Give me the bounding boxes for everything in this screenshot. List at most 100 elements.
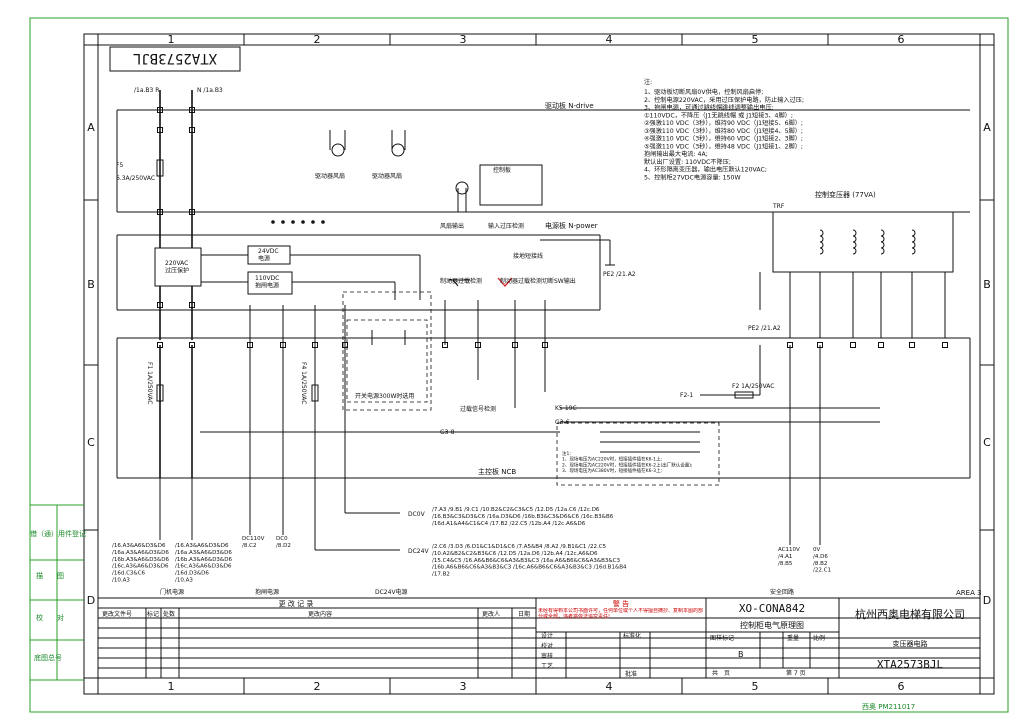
label-fan2: 驱动器风扇 — [372, 172, 402, 180]
change-col-count: 处数 — [163, 610, 175, 618]
role-review: 审核 — [541, 652, 553, 660]
col-label-3-bottom: 3 — [460, 680, 467, 693]
label-pe2: PE2 /21.A2 — [748, 325, 781, 332]
text-line: /8.D2 — [276, 543, 291, 549]
sheet-number: 第 7 页 — [786, 669, 806, 677]
label-g3-8: G3-8 — [440, 429, 455, 436]
text-line: /16.B3&C3&D3&C6 /16a.D3&D6 /16b.B3&C3&D6… — [432, 514, 614, 520]
col-label-3: 3 — [460, 33, 467, 46]
door-references-2: /16.A3&A6&D3&D6/16a.A3&A6&D3&D6/16b.A3&A… — [175, 543, 232, 583]
change-col-person: 更改人 — [482, 610, 500, 618]
ac110-output: AC110V/4.A1/8.B5 — [778, 547, 800, 567]
label-dc24v: DC24V — [408, 548, 429, 555]
col-label-6: 6 — [898, 33, 905, 46]
transformer-coil-turn — [911, 241, 916, 249]
warning-title: 警 告 — [613, 599, 629, 608]
stage-col-mark: 图样标记 — [710, 634, 734, 642]
col-label-1-bottom: 1 — [168, 680, 175, 693]
label-ground-short: 接地短接线 — [513, 252, 543, 260]
inner-frame — [83, 33, 995, 695]
role-design: 设计 — [541, 632, 553, 640]
text-line: 抱闸输出最大电流: 4A; — [644, 150, 708, 158]
label-fuse-f1: F1 1A/250VAC — [146, 362, 153, 404]
notes-title: 注: — [644, 78, 652, 86]
role-process: 工艺 — [541, 662, 553, 670]
label-k5-19c: K5-19C — [555, 405, 577, 412]
dc24v-references: /2.C6 /3.D3 /6.D1&C1&D1&C6 /7.A5&B4 /8.A… — [432, 544, 627, 578]
text-line: /10.A3 — [175, 577, 193, 583]
column-separators — [84, 34, 994, 694]
transformer-coil-turn — [880, 229, 885, 237]
label-g3-6: G3-6 — [555, 419, 570, 426]
change-col-file: 更改文件号 — [102, 610, 132, 618]
circuit-name: 变压器电路 — [893, 639, 928, 648]
col-label-5: 5 — [752, 33, 759, 46]
j1-jumper-pin — [321, 220, 325, 224]
company-name: 杭州西奥电梯有限公司 — [855, 607, 965, 621]
label-psu24: 24VDC 电源 — [258, 248, 279, 263]
text-line: /16a.A3&A6&D3&D6 — [112, 550, 169, 556]
text-line: /8.B2 — [813, 561, 827, 567]
transformer-coil-turn — [880, 235, 885, 243]
transformer-coil-turn — [852, 235, 857, 243]
label-l1a: /1a.B3 R — [134, 87, 159, 94]
stage-letter: B — [738, 650, 744, 659]
transformer-coil-turn — [819, 241, 824, 249]
text-line: 1、现场电压为AC220V时，短接插件插在K6-1上; — [562, 456, 662, 463]
notes-body: 1、驱动板切断风扇0V供电，控制风扇启停; 2、控制电源220VAC，采用过压保护… — [644, 88, 804, 181]
text-line: 24VDC — [258, 248, 279, 255]
text-line: /16b.A3&A6&D3&D6 — [112, 557, 169, 563]
text-line: /16d.C3&C6 — [112, 571, 146, 577]
text-line: DC110V — [242, 536, 265, 542]
col-label-1: 1 — [168, 33, 175, 46]
ov-output: 0V/4.D6/8.B2/22.C1 — [813, 547, 831, 574]
j1-jumper-pin — [281, 220, 285, 224]
role-standard: 标准化 — [623, 632, 641, 640]
side-register: 借（通）用件登记 描 图 校 对 底图总号 — [30, 504, 86, 681]
text-line: /7.A3 /9.B1 /9.C1 /10.B2&C2&C3&C5 /12.D5… — [432, 507, 600, 513]
label-psu110: 110VDC 抱闸电源 — [255, 275, 279, 290]
change-col-mark: 标记 — [147, 610, 159, 618]
connector-pin — [878, 342, 884, 348]
text-line: 2、控制电源220VAC，采用过压保护电路，防止输入过压; — [644, 96, 804, 104]
transformer-coil-turn — [911, 247, 916, 255]
col-label-2-bottom: 2 — [314, 680, 321, 693]
transformer-coil-turn — [852, 247, 857, 255]
text-line: 默认出厂设置: 110VDC不降压; — [644, 158, 731, 166]
connector-pin — [850, 342, 856, 348]
text-line: /8.B5 — [778, 561, 793, 567]
board-transformer: 控制变压器 (77VA) — [815, 190, 876, 199]
text-line: /2.C6 /3.D3 /6.D1&C1&D1&C6 /7.A5&B4 /8.A… — [432, 544, 607, 550]
stage-col-weight: 重量 — [787, 634, 799, 642]
label-fan-out: 风扇输出 — [440, 222, 464, 230]
text-line: ②强激110 VDC（3秒），维持90 VDC（J1短接5、6脚）; — [644, 119, 803, 127]
text-line: ④强激110 VDC（3秒），维持60 VDC（J1短接2、3脚）; — [644, 135, 803, 143]
text-line: 1、驱动板切断风扇0V供电，控制风扇启停; — [644, 88, 763, 96]
side-label-2: 描 图 — [36, 571, 64, 580]
label-door-psu: 门机电源 — [160, 588, 184, 596]
text-line: 5、控制柜27VDC电源容量: 150W — [644, 173, 741, 181]
label-f2-1: F2-1 — [680, 392, 693, 399]
transformer-coil-turn — [852, 241, 857, 249]
row-label-A-right: A — [983, 121, 991, 134]
label-dc24-psu: DC24V电源 — [375, 588, 408, 596]
schematic-drawing: 1 2 3 4 5 6 1 2 3 4 5 6 A B C D A B C D … — [29, 17, 1009, 713]
role-approve: 批准 — [625, 670, 637, 678]
row-label-D: D — [87, 594, 95, 607]
side-label-4: 底图总号 — [34, 653, 62, 662]
footer-code: 西奥 PM211017 — [862, 702, 915, 711]
label-overload-detect: 过载信号检测 — [460, 405, 496, 413]
text-line: 3、现场电压为AC380V时，短接插件插在K6-3上; — [562, 467, 662, 474]
text-line: /16b.A6&B6&C6&A3&B3&C3 /16c.A6&B6&C6&A3&… — [432, 565, 627, 571]
text-line: 220VAC — [165, 260, 188, 267]
label-safety: 安全回路 — [770, 588, 794, 596]
model-number: XO-CONA842 — [739, 602, 805, 615]
col-label-2: 2 — [314, 33, 321, 46]
text-line: /10.A3 — [112, 577, 130, 583]
j1-jumper-pin — [301, 220, 305, 224]
label-pe: PE2 /21.A2 — [603, 271, 636, 278]
text-line: /4.D6 — [813, 554, 828, 560]
change-record-title: 更 改 记 录 — [279, 599, 314, 608]
change-col-content: 更改内容 — [308, 610, 332, 618]
board-drive: 驱动板 N-drive — [545, 101, 594, 110]
